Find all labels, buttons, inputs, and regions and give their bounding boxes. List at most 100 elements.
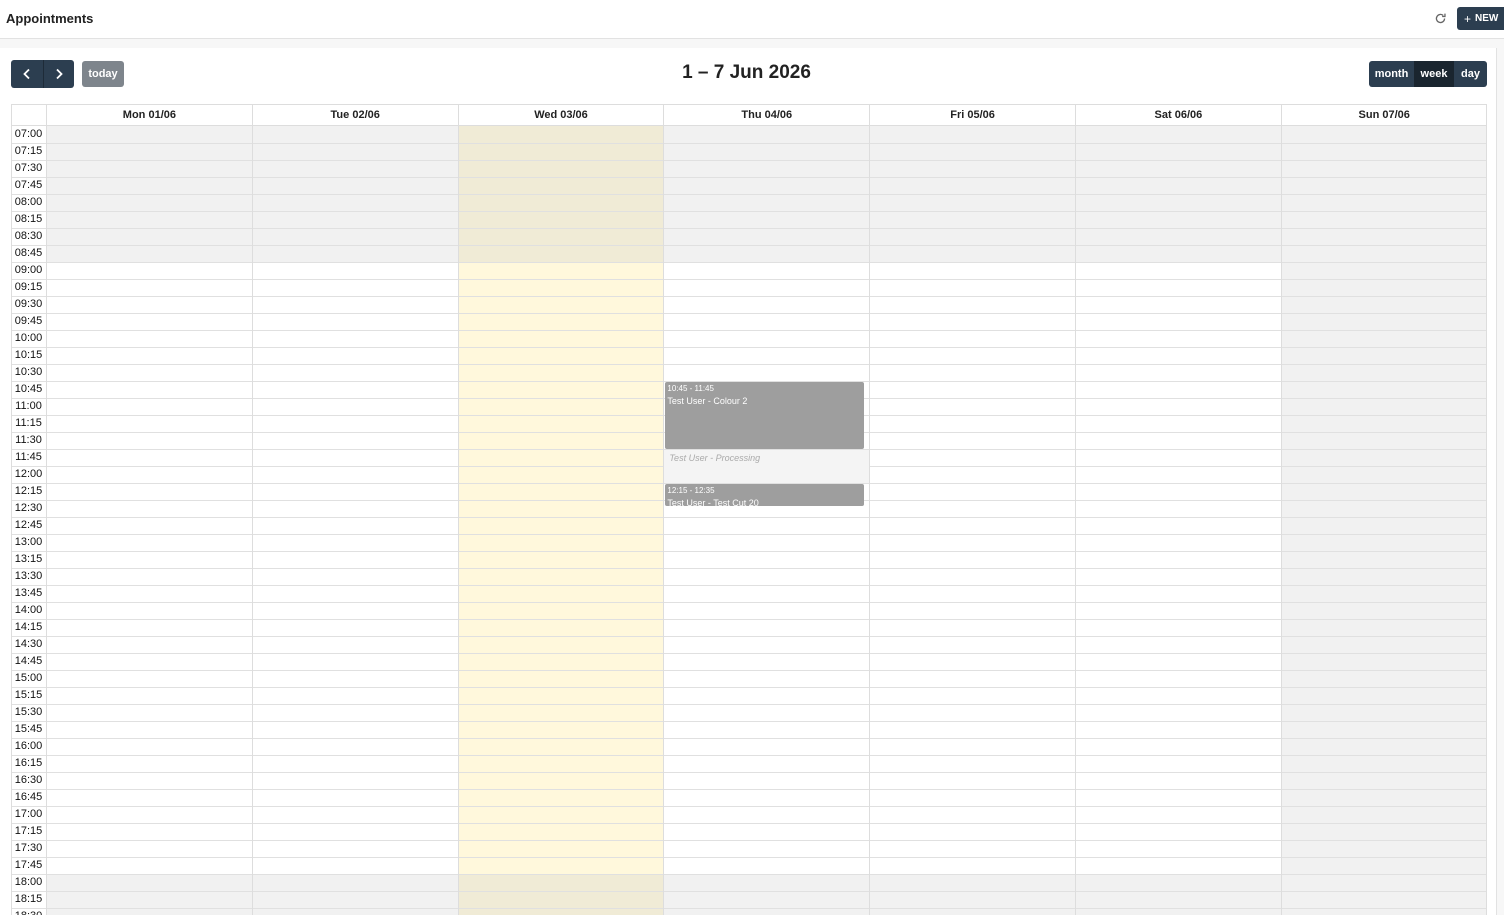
column-divider — [1280, 126, 1282, 915]
next-week-button[interactable] — [42, 60, 74, 88]
time-label: 13:00 — [14, 536, 43, 548]
column-divider — [663, 126, 665, 915]
time-label: 14:00 — [14, 604, 43, 616]
slot-divider — [12, 534, 1486, 535]
slot-divider — [12, 143, 1486, 144]
time-label: 16:15 — [14, 757, 43, 769]
time-label: 16:00 — [14, 740, 43, 752]
event-title: Test User - Colour 2 — [667, 396, 748, 406]
column-divider — [457, 126, 459, 915]
time-label: 16:45 — [14, 791, 43, 803]
time-label: 13:30 — [14, 570, 43, 582]
time-label: 14:30 — [14, 638, 43, 650]
slot-divider — [12, 619, 1486, 620]
column-divider — [1075, 126, 1076, 915]
time-label: 18:15 — [14, 893, 43, 905]
view-switcher: month week day — [1369, 61, 1487, 87]
day-header: Tue 02/06 — [251, 105, 458, 125]
slot-divider — [12, 891, 1486, 892]
slot-divider — [12, 755, 1486, 756]
refresh-button[interactable] — [1431, 9, 1449, 27]
time-label: 15:30 — [14, 706, 43, 718]
today-button[interactable]: today — [82, 61, 124, 87]
slot-divider — [12, 806, 1486, 807]
slot-divider — [12, 296, 1486, 297]
appointment-event[interactable]: 12:15 - 12:35 Test User - Test Cut 20 — [665, 484, 865, 506]
time-label: 13:15 — [14, 553, 43, 565]
slot-divider — [12, 653, 1486, 654]
time-label: 07:45 — [14, 179, 43, 191]
column-divider — [869, 126, 871, 915]
page-title: Appointments — [6, 11, 94, 26]
time-label: 09:30 — [14, 298, 43, 310]
day-header-row: Mon 01/06 Tue 02/06 Wed 03/06 Thu 04/06 Fri … — [12, 105, 1486, 126]
time-label: 11:15 — [15, 417, 42, 429]
nav-button-group — [11, 60, 74, 88]
view-month-button[interactable]: month — [1369, 61, 1414, 87]
time-label: 10:15 — [14, 349, 43, 361]
time-label: 11:45 — [15, 451, 42, 463]
slot-divider — [12, 585, 1486, 586]
new-appointment-button[interactable]: + NEW — [1457, 7, 1504, 30]
time-label: 12:45 — [14, 519, 43, 531]
refresh-icon — [1435, 13, 1446, 23]
slot-divider — [12, 840, 1486, 841]
column-divider — [251, 126, 253, 915]
time-label: 09:45 — [14, 315, 43, 327]
time-label: 12:00 — [14, 468, 43, 480]
time-label: 12:15 — [14, 485, 43, 497]
prev-week-button[interactable] — [11, 60, 43, 88]
time-label: 08:30 — [14, 230, 43, 242]
time-label: 07:30 — [14, 162, 43, 174]
slot-divider — [12, 636, 1486, 637]
event-title: Test User - Test Cut 20 — [667, 498, 759, 506]
time-label: 08:15 — [14, 213, 43, 225]
slot-divider — [12, 262, 1486, 263]
day-header: Sun 07/06 — [1280, 105, 1486, 125]
event-time: 10:45 - 11:45 — [667, 384, 714, 393]
slot-divider — [12, 279, 1486, 280]
slot-divider — [12, 670, 1486, 671]
time-label: 07:00 — [14, 128, 43, 140]
view-day-button[interactable]: day — [1454, 61, 1487, 87]
time-label: 08:00 — [14, 196, 43, 208]
slot-divider — [12, 194, 1486, 195]
time-label: 11:30 — [15, 434, 42, 446]
time-label: 15:15 — [14, 689, 43, 701]
day-header: Mon 01/06 — [46, 105, 252, 125]
slot-divider — [12, 738, 1486, 739]
time-label: 17:45 — [14, 859, 43, 871]
time-label: 10:30 — [14, 366, 43, 378]
time-label: 18:00 — [14, 876, 43, 888]
time-grid-body: 07:00 07:15 07:30 07:45 08:00 08:15 08:30 08:45… — [12, 126, 1486, 915]
slot-divider — [12, 721, 1486, 722]
time-label: 17:30 — [14, 842, 43, 854]
time-label: 15:45 — [14, 723, 43, 735]
time-label: 08:45 — [14, 247, 43, 259]
slot-divider — [12, 313, 1486, 314]
time-label: 10:45 — [14, 383, 43, 395]
day-header: Sat 06/06 — [1075, 105, 1281, 125]
slot-divider — [12, 772, 1486, 773]
day-header: Thu 04/06 — [663, 105, 869, 125]
background-event-title: Test User - Processing — [669, 453, 761, 463]
slot-divider — [12, 551, 1486, 552]
slot-divider — [12, 347, 1486, 348]
slot-divider — [12, 602, 1486, 603]
chevron-left-icon — [22, 68, 30, 80]
slot-divider — [12, 211, 1486, 212]
time-label: 09:00 — [14, 264, 43, 276]
event-time: 12:15 - 12:35 — [667, 486, 715, 495]
time-label: 17:00 — [14, 808, 43, 820]
appointment-event[interactable]: 10:45 - 11:45 Test User - Colour 2 — [665, 382, 865, 449]
time-label: 16:30 — [14, 774, 43, 786]
date-range-title: 1 – 7 Jun 2026 — [682, 62, 811, 83]
slot-divider — [12, 364, 1486, 365]
slot-divider — [12, 857, 1486, 858]
top-bar: Appointments + NEW — [0, 0, 1504, 39]
slot-divider — [12, 330, 1486, 331]
slot-divider — [12, 908, 1486, 909]
slot-divider — [12, 160, 1486, 161]
slot-divider — [12, 704, 1486, 705]
view-week-button[interactable]: week — [1414, 61, 1454, 87]
